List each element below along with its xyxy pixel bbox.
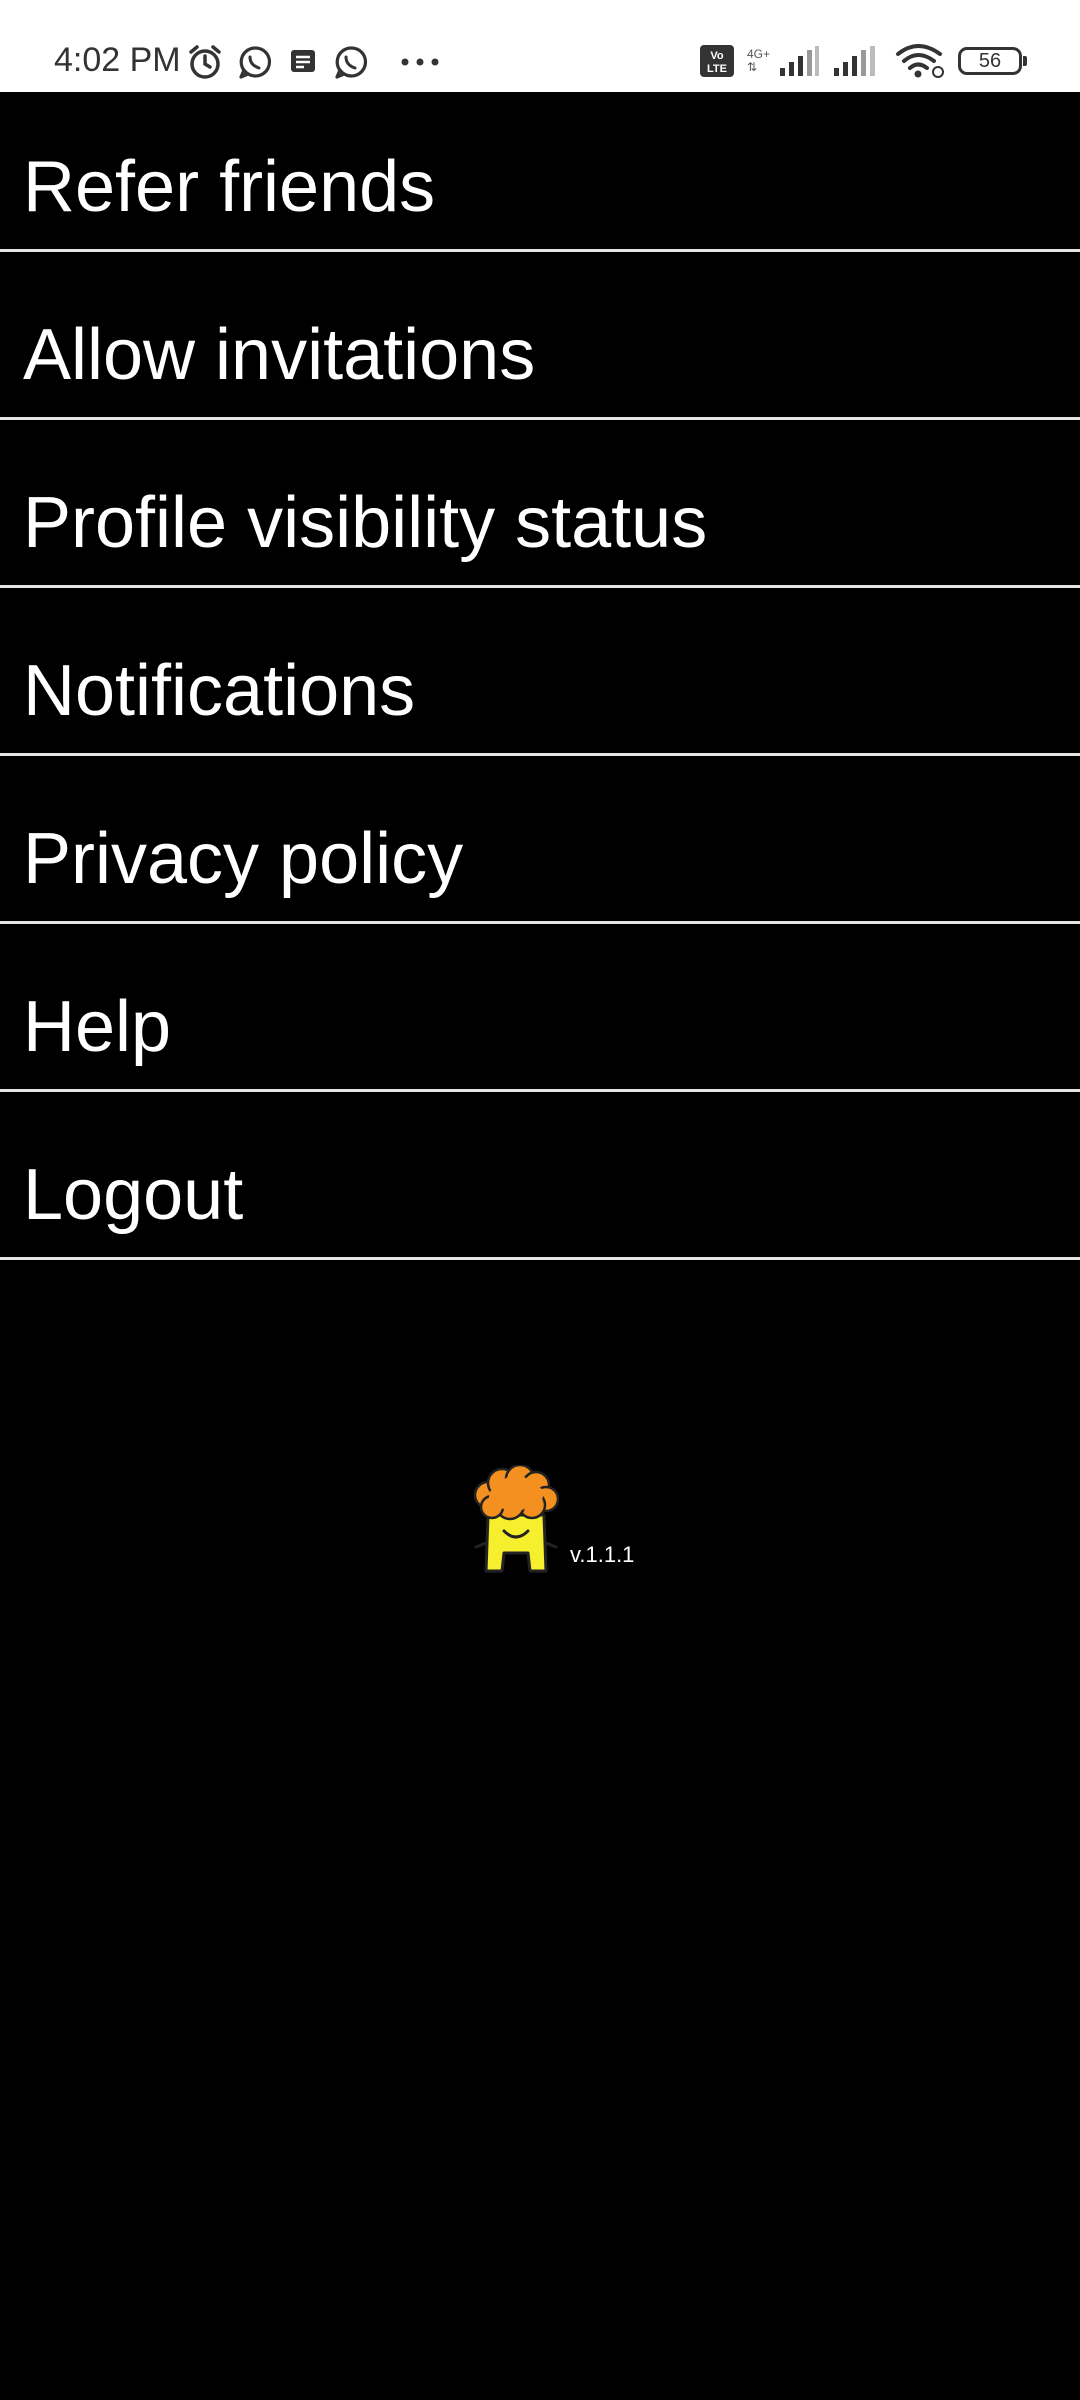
app-logo (466, 1463, 566, 1580)
volte-icon: Vo LTE (699, 44, 735, 78)
menu-item-label: Logout (23, 1155, 244, 1235)
status-time: 4:02 PM (54, 41, 181, 79)
menu-item-allow-invitations[interactable]: Allow invitations (0, 252, 1080, 420)
svg-text:Vo: Vo (710, 50, 724, 62)
menu-item-privacy-policy[interactable]: Privacy policy (0, 756, 1080, 924)
app-footer: v.1.1.1 (466, 1463, 635, 1580)
menu-item-label: Allow invitations (23, 315, 536, 395)
app-version: v.1.1.1 (570, 1542, 635, 1567)
menu-item-label: Profile visibility status (23, 483, 708, 563)
wifi-icon (894, 42, 946, 80)
menu-item-notifications[interactable]: Notifications (0, 588, 1080, 756)
network-type: 4G+ ⇅ (747, 48, 770, 74)
menu-item-label: Privacy policy (23, 819, 464, 899)
battery-indicator: 56 (958, 47, 1027, 75)
alarm-icon (186, 43, 224, 81)
menu-item-label: Refer friends (23, 147, 436, 227)
menu-item-refer-friends[interactable]: Refer friends (0, 92, 1080, 252)
message-icon (286, 45, 320, 79)
whatsapp-icon (332, 43, 370, 81)
battery-level: 56 (978, 49, 1002, 72)
menu-item-logout[interactable]: Logout (0, 1092, 1080, 1260)
signal-icon-2 (832, 44, 882, 78)
notification-icons (186, 40, 440, 84)
menu-item-label: Help (23, 987, 172, 1067)
whatsapp-icon (236, 43, 274, 81)
settings-menu: Refer friends Allow invitations Profile … (0, 92, 1080, 1260)
menu-item-label: Notifications (23, 651, 416, 731)
menu-item-help[interactable]: Help (0, 924, 1080, 1092)
svg-text:LTE: LTE (707, 63, 727, 75)
data-arrows-icon: ⇅ (746, 60, 758, 74)
status-bar: 4:02 PM Vo LTE 4G+ ⇅ 56 (0, 0, 1080, 92)
system-icons: Vo LTE 4G+ ⇅ 56 (699, 38, 1027, 84)
menu-item-profile-visibility[interactable]: Profile visibility status (0, 420, 1080, 588)
signal-icon (778, 44, 820, 78)
more-icon (400, 57, 440, 67)
